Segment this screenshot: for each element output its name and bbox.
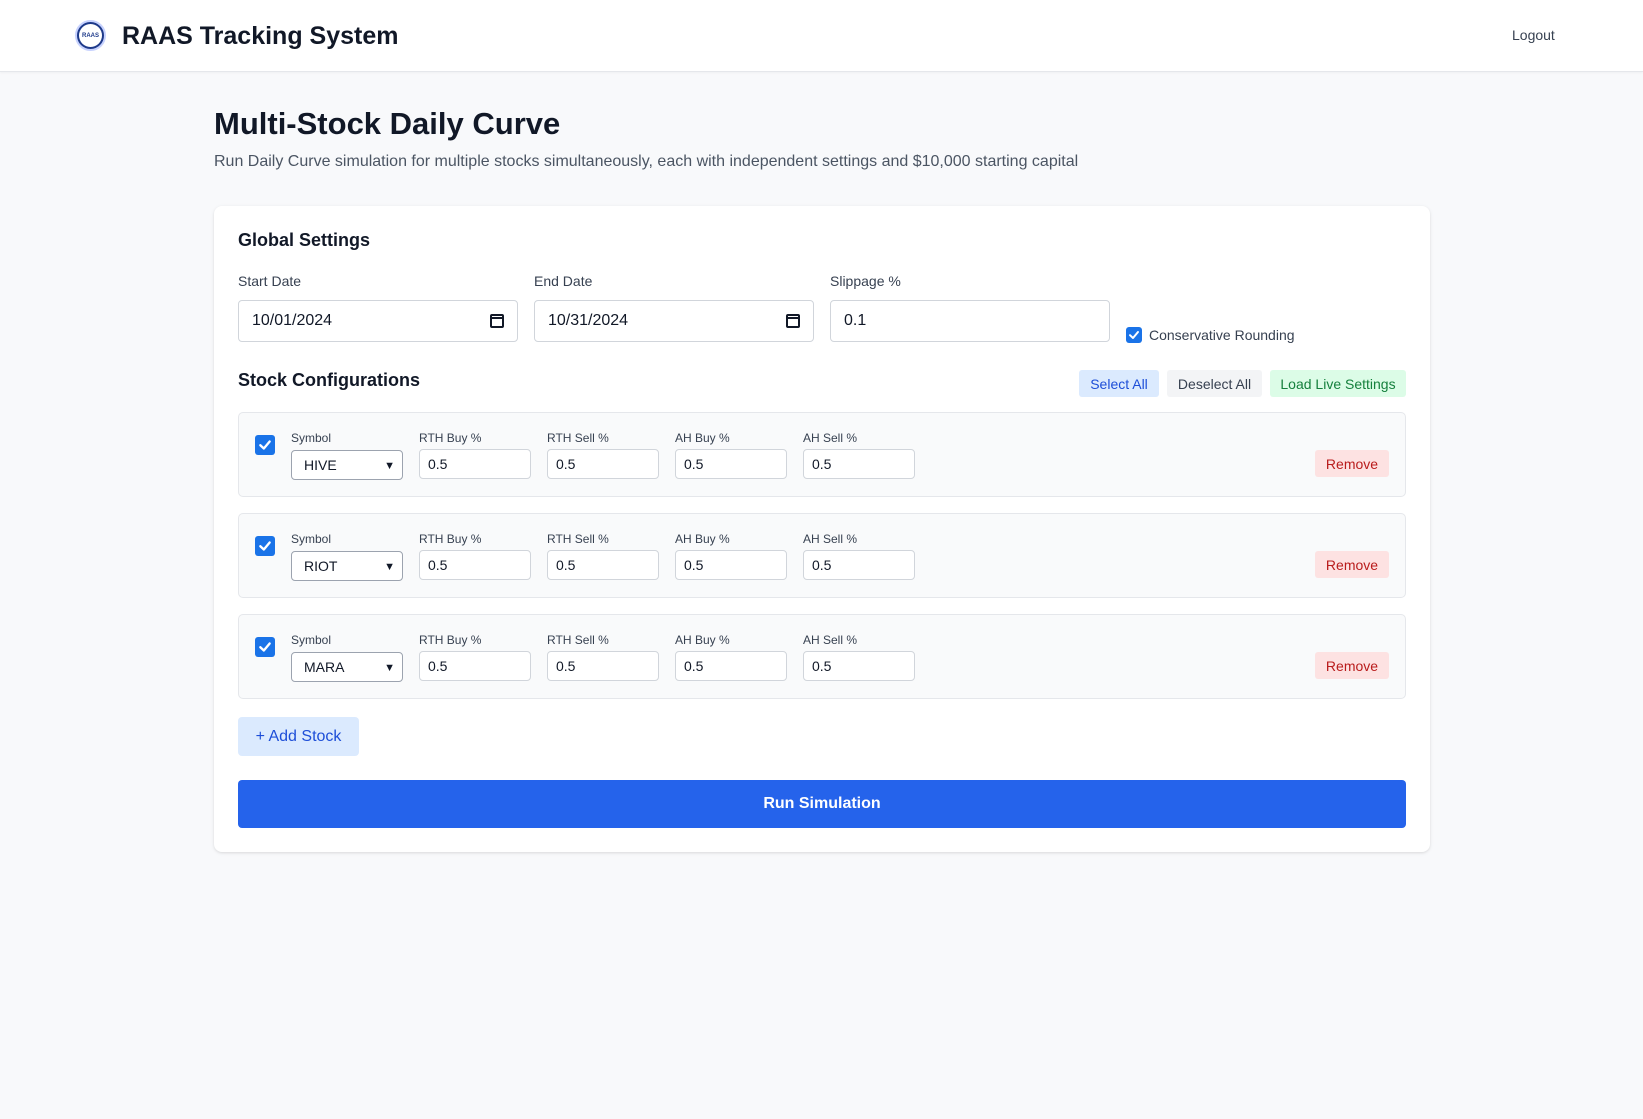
rth-buy-input[interactable]: 0.5	[419, 449, 531, 479]
ah-sell-label: AH Sell %	[803, 633, 858, 647]
ah-sell-input[interactable]: 0.5	[803, 449, 915, 479]
start-date-input[interactable]: 10/01/2024	[238, 300, 518, 342]
rth-buy-input[interactable]: 0.5	[419, 651, 531, 681]
stock-row: Symbol HIVE ▼ RTH Buy % 0.5 RTH Sell % 0…	[238, 412, 1406, 497]
calendar-icon[interactable]	[490, 314, 504, 328]
page-subtitle: Run Daily Curve simulation for multiple …	[214, 153, 1079, 170]
end-date-input[interactable]: 10/31/2024	[534, 300, 814, 342]
conservative-rounding-checkbox[interactable]	[1126, 327, 1142, 343]
stock-row: Symbol RIOT ▼ RTH Buy % 0.5 RTH Sell % 0…	[238, 513, 1406, 598]
start-date-label: Start Date	[238, 273, 302, 289]
checkmark-icon	[259, 642, 271, 652]
stock-row-checkbox[interactable]	[255, 435, 275, 455]
deselect-all-button[interactable]: Deselect All	[1167, 370, 1262, 397]
ah-buy-label: AH Buy %	[675, 633, 730, 647]
ah-buy-input[interactable]: 0.5	[675, 651, 787, 681]
ah-sell-label: AH Sell %	[803, 431, 858, 445]
rth-sell-label: RTH Sell %	[547, 532, 609, 546]
symbol-label: Symbol	[291, 633, 332, 647]
app-title: RAAS Tracking System	[122, 22, 399, 50]
symbol-select[interactable]: RIOT ▼	[291, 551, 403, 581]
checkmark-icon	[259, 440, 271, 450]
remove-stock-button[interactable]: Remove	[1315, 450, 1389, 477]
stock-row: Symbol MARA ▼ RTH Buy % 0.5 RTH Sell % 0…	[238, 614, 1406, 699]
logo-text: RAAS	[79, 24, 102, 47]
rth-sell-label: RTH Sell %	[547, 431, 609, 445]
top-navbar: RAAS RAAS Tracking System Logout	[0, 0, 1643, 72]
chevron-down-icon: ▼	[384, 561, 395, 573]
calendar-icon[interactable]	[786, 314, 800, 328]
raas-logo-icon: RAAS	[75, 20, 106, 51]
chevron-down-icon: ▼	[384, 662, 395, 674]
run-simulation-button[interactable]: Run Simulation	[238, 780, 1406, 828]
remove-stock-button[interactable]: Remove	[1315, 551, 1389, 578]
load-live-settings-button[interactable]: Load Live Settings	[1270, 370, 1406, 397]
rth-buy-label: RTH Buy %	[419, 431, 482, 445]
logout-link[interactable]: Logout	[1512, 27, 1555, 43]
simulation-card: Global Settings Start Date 10/01/2024 En…	[214, 206, 1430, 852]
ah-sell-label: AH Sell %	[803, 532, 858, 546]
rth-sell-label: RTH Sell %	[547, 633, 609, 647]
symbol-label: Symbol	[291, 431, 332, 445]
symbol-value: MARA	[304, 659, 345, 675]
slippage-label: Slippage %	[830, 273, 901, 289]
slippage-input[interactable]: 0.1	[830, 300, 1110, 342]
remove-stock-button[interactable]: Remove	[1315, 652, 1389, 679]
page-title: Multi-Stock Daily Curve	[214, 106, 561, 141]
rth-buy-label: RTH Buy %	[419, 532, 482, 546]
ah-sell-input[interactable]: 0.5	[803, 651, 915, 681]
conservative-rounding-label: Conservative Rounding	[1149, 327, 1295, 343]
checkmark-icon	[1129, 331, 1139, 339]
stock-row-checkbox[interactable]	[255, 536, 275, 556]
slippage-value: 0.1	[844, 312, 867, 329]
end-date-value: 10/31/2024	[548, 312, 629, 329]
ah-buy-label: AH Buy %	[675, 532, 730, 546]
symbol-value: RIOT	[304, 558, 338, 574]
chevron-down-icon: ▼	[384, 460, 395, 472]
add-stock-button[interactable]: + Add Stock	[238, 717, 359, 756]
select-all-button[interactable]: Select All	[1079, 370, 1159, 397]
end-date-label: End Date	[534, 273, 593, 289]
rth-buy-label: RTH Buy %	[419, 633, 482, 647]
global-settings-title: Global Settings	[238, 230, 371, 250]
stock-row-checkbox[interactable]	[255, 637, 275, 657]
ah-buy-input[interactable]: 0.5	[675, 550, 787, 580]
start-date-value: 10/01/2024	[252, 312, 333, 329]
rth-sell-input[interactable]: 0.5	[547, 449, 659, 479]
checkmark-icon	[259, 541, 271, 551]
symbol-select[interactable]: HIVE ▼	[291, 450, 403, 480]
symbol-value: HIVE	[304, 457, 337, 473]
symbol-select[interactable]: MARA ▼	[291, 652, 403, 682]
rth-sell-input[interactable]: 0.5	[547, 550, 659, 580]
symbol-label: Symbol	[291, 532, 332, 546]
ah-sell-input[interactable]: 0.5	[803, 550, 915, 580]
ah-buy-label: AH Buy %	[675, 431, 730, 445]
rth-buy-input[interactable]: 0.5	[419, 550, 531, 580]
ah-buy-input[interactable]: 0.5	[675, 449, 787, 479]
rth-sell-input[interactable]: 0.5	[547, 651, 659, 681]
stock-config-title: Stock Configurations	[238, 370, 421, 390]
